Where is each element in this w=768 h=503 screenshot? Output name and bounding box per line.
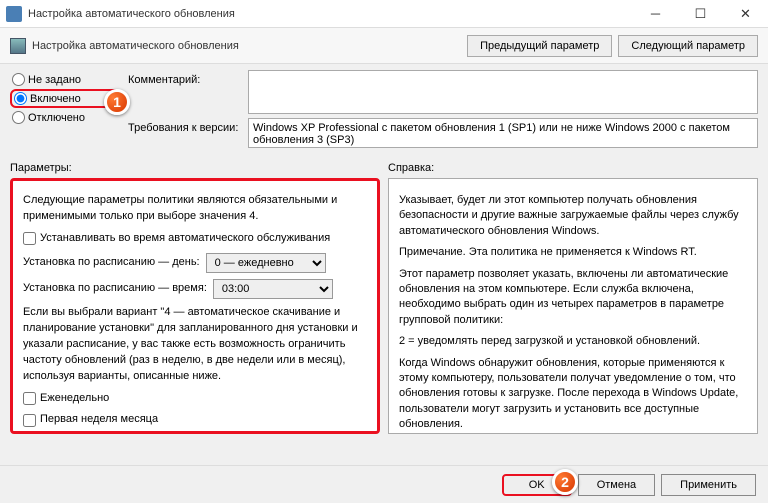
params-intro: Следующие параметры политики являются об… — [23, 193, 367, 225]
params-note: Если вы выбрали вариант "4 — автоматичес… — [23, 305, 367, 385]
checkbox-first-week[interactable]: Первая неделя месяца — [23, 412, 367, 428]
requirement-label: Требования к версии: — [128, 118, 248, 134]
schedule-day-select[interactable]: 0 — ежедневно — [206, 253, 326, 273]
help-text: Когда Windows обнаружит обновления, кото… — [399, 356, 747, 433]
button-bar: 2 OK Отмена Применить — [0, 465, 768, 503]
help-text: Этот параметр позволяет указать, включен… — [399, 267, 747, 329]
schedule-time-select[interactable]: 03:00 — [213, 279, 333, 299]
annotation-badge-1: 1 — [104, 89, 130, 115]
next-setting-button[interactable]: Следующий параметр — [618, 35, 758, 57]
comment-field[interactable] — [248, 70, 758, 114]
toolbar: Настройка автоматического обновления Пре… — [0, 28, 768, 64]
radio-not-configured[interactable]: Не задано — [10, 70, 120, 89]
apply-button[interactable]: Применить — [661, 474, 756, 496]
close-button[interactable]: ✕ — [723, 0, 768, 28]
requirement-field: Windows XP Professional с пакетом обновл… — [248, 118, 758, 148]
schedule-day-label: Установка по расписанию — день: — [23, 255, 200, 271]
state-radio-group: Не задано Включено 1 Отключено — [10, 70, 120, 148]
cancel-button[interactable]: Отмена — [578, 474, 655, 496]
radio-disabled[interactable]: Отключено — [10, 108, 120, 127]
schedule-time-label: Установка по расписанию — время: — [23, 281, 207, 297]
radio-not-configured-input[interactable] — [12, 73, 25, 86]
checkbox-maintenance[interactable]: Устанавливать во время автоматического о… — [23, 231, 367, 247]
help-panel: Указывает, будет ли этот компьютер получ… — [388, 178, 758, 434]
help-text: Указывает, будет ли этот компьютер получ… — [399, 193, 747, 239]
radio-disabled-input[interactable] — [12, 111, 25, 124]
annotation-badge-2: 2 — [552, 469, 578, 495]
checkbox-label: Еженедельно — [40, 391, 109, 407]
prev-setting-button[interactable]: Предыдущий параметр — [467, 35, 612, 57]
checkbox-weekly-input[interactable] — [23, 392, 36, 405]
params-panel: Следующие параметры политики являются об… — [10, 178, 380, 434]
comment-label: Комментарий: — [128, 70, 248, 86]
params-label: Параметры: — [10, 158, 380, 178]
radio-label: Не задано — [28, 74, 81, 86]
checkbox-maintenance-input[interactable] — [23, 232, 36, 245]
radio-label: Отключено — [28, 112, 85, 124]
minimize-button[interactable]: ─ — [633, 0, 678, 28]
help-text: 2 = уведомлять перед загрузкой и установ… — [399, 334, 747, 349]
policy-title: Настройка автоматического обновления — [32, 40, 239, 52]
window-title: Настройка автоматического обновления — [28, 8, 633, 20]
radio-enabled-input[interactable] — [14, 92, 27, 105]
help-text: Примечание. Эта политика не применяется … — [399, 245, 747, 260]
radio-enabled[interactable]: Включено 1 — [10, 89, 120, 108]
app-icon — [6, 6, 22, 22]
policy-icon — [10, 38, 26, 54]
checkbox-first-week-input[interactable] — [23, 414, 36, 427]
radio-label: Включено — [30, 93, 81, 105]
checkbox-label: Первая неделя месяца — [40, 412, 158, 428]
checkbox-weekly[interactable]: Еженедельно — [23, 391, 367, 407]
checkbox-label: Устанавливать во время автоматического о… — [40, 231, 330, 247]
help-label: Справка: — [388, 158, 758, 178]
maximize-button[interactable]: ☐ — [678, 0, 723, 28]
title-bar: Настройка автоматического обновления ─ ☐… — [0, 0, 768, 28]
